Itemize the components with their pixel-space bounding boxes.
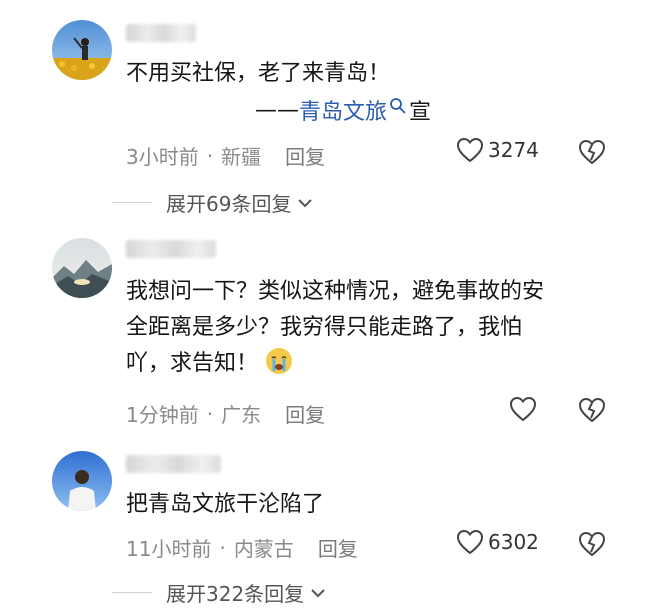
comment-meta: 11小时前 · 内蒙古 回复 — [126, 533, 358, 562]
broken-heart-icon[interactable] — [578, 396, 606, 424]
like-button[interactable]: 3274 — [456, 137, 539, 163]
username-blurred[interactable] — [126, 455, 221, 473]
comment-text: 我想问一下？类似这种情况，避免事故的安 全距离是多少？我穷得只能走路了，我怕 吖… — [126, 274, 544, 382]
like-count: 6302 — [488, 530, 539, 554]
comment-line: 吖，求告知！ — [126, 346, 544, 382]
chevron-down-icon — [311, 588, 325, 597]
location: 内蒙古 — [233, 537, 294, 561]
like-button[interactable] — [509, 396, 541, 422]
separator-dot: · — [206, 401, 214, 426]
crying-face-icon — [266, 348, 293, 374]
comment-signature: —— 青岛文旅 宣 — [255, 94, 431, 126]
comment-line: 我想问一下？类似这种情况，避免事故的安 — [126, 279, 545, 304]
comment-meta: 1分钟前 · 广东 回复 — [126, 399, 325, 428]
heart-outline-icon — [456, 137, 484, 163]
reply-button[interactable]: 回复 — [285, 141, 325, 170]
timestamp: 3小时前 — [126, 145, 199, 169]
reply-button[interactable]: 回复 — [318, 533, 358, 562]
comment-line: 全距离是多少？我穷得只能走路了，我怕 — [126, 315, 523, 340]
divider — [112, 591, 152, 594]
chevron-down-icon — [298, 198, 313, 207]
comment-text: 不用买社保，老了来青岛！ — [126, 61, 391, 86]
avatar[interactable] — [52, 238, 112, 298]
username-blurred[interactable] — [126, 240, 216, 258]
signature-suffix: 宣 — [409, 100, 432, 125]
timestamp: 11小时前 — [126, 537, 212, 561]
separator-dot: · — [219, 535, 226, 560]
avatar[interactable] — [52, 451, 112, 511]
expand-label: 展开322条回复 — [166, 582, 305, 606]
like-count: 3274 — [488, 138, 539, 162]
reply-button[interactable]: 回复 — [285, 399, 325, 428]
timestamp: 1分钟前 — [126, 403, 199, 427]
tag-link[interactable]: 青岛文旅 — [299, 94, 387, 126]
broken-heart-icon[interactable] — [578, 138, 606, 166]
comment-line-text: 吖，求告知！ — [126, 351, 259, 376]
expand-replies[interactable]: 展开69条回复 — [112, 188, 313, 217]
broken-heart-icon[interactable] — [578, 530, 606, 558]
heart-outline-icon — [456, 529, 484, 555]
avatar[interactable] — [52, 20, 112, 80]
comment-meta: 3小时前 · 新疆 回复 — [126, 141, 325, 170]
search-icon[interactable] — [389, 97, 407, 115]
expand-replies[interactable]: 展开322条回复 — [112, 578, 326, 607]
signature-dash: —— — [255, 97, 299, 123]
location: 新疆 — [221, 145, 262, 169]
expand-label: 展开69条回复 — [166, 192, 292, 216]
username-blurred[interactable] — [126, 24, 196, 42]
comment-text: 把青岛文旅干沦陷了 — [126, 492, 325, 517]
heart-outline-icon — [509, 396, 537, 422]
location: 广东 — [221, 403, 262, 427]
separator-dot: · — [206, 143, 214, 168]
divider — [112, 201, 152, 204]
like-button[interactable]: 6302 — [456, 529, 539, 555]
